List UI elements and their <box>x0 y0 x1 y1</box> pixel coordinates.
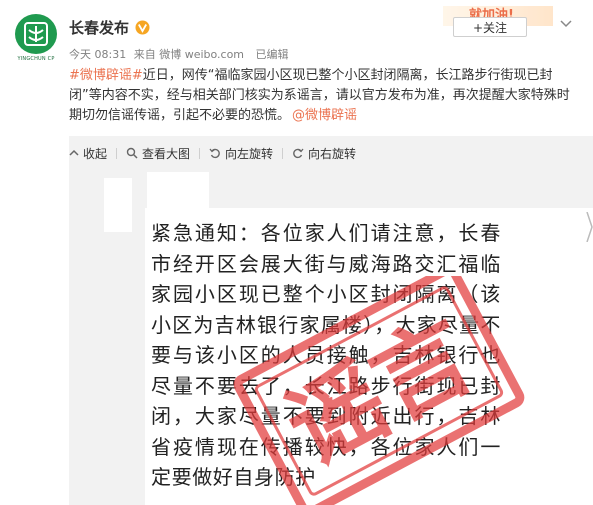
view-large-label: 查看大图 <box>142 146 191 161</box>
notice-text: 紧急通知：各位家人们请注意，长春市经开区会展大街与威海路交汇福临家园小区现已整个… <box>151 221 501 489</box>
toolbar-divider <box>116 147 118 159</box>
edited-label[interactable]: 已编辑 <box>256 48 289 61</box>
image-toolbar: 收起 查看大图 向左旋转 向右旋转 <box>69 142 365 164</box>
post-image[interactable]: 紧急通知：各位家人们请注意，长春市经开区会展大街与威海路交汇福临家园小区现已整个… <box>69 166 593 505</box>
rotate-left-label: 向左旋转 <box>225 146 274 161</box>
topic-link[interactable]: #微博辟谣# <box>69 68 143 83</box>
view-large-button[interactable]: 查看大图 <box>126 145 190 162</box>
changchun-logo-icon <box>15 14 57 54</box>
magnify-icon <box>126 147 138 159</box>
toolbar-divider <box>282 147 284 159</box>
post-text: #微博辟谣#近日，网传“福临家园小区现已整个小区封闭隔离，长江路步行街现已封闭”… <box>69 66 574 126</box>
blurred-avatar <box>104 178 132 232</box>
post-source[interactable]: 来自 微博 weibo.com <box>134 48 244 61</box>
rotate-right-button[interactable]: 向右旋转 <box>292 145 356 162</box>
follow-label: +关注 <box>472 20 508 35</box>
rotate-left-icon <box>209 148 220 159</box>
mention-link[interactable]: @微博辟谣 <box>292 108 357 123</box>
media-viewer: 收起 查看大图 向左旋转 向右旋转 紧急通知：各位家人们请注意，长春市经开区会展… <box>69 136 593 505</box>
rotate-right-icon <box>293 148 304 159</box>
side-scroll-icon[interactable] <box>586 212 593 242</box>
rotate-right-label: 向右旋转 <box>308 146 357 161</box>
verified-icon <box>135 20 151 35</box>
avatar[interactable]: YINGCHUN CP <box>13 14 59 64</box>
toolbar-divider <box>199 147 201 159</box>
collapse-icon <box>69 149 79 156</box>
collapse-label: 收起 <box>83 146 108 161</box>
collapse-button[interactable]: 收起 <box>69 145 107 162</box>
avatar-caption: YINGCHUN CP <box>17 56 55 62</box>
chevron-down-icon[interactable] <box>559 16 573 30</box>
follow-button[interactable]: +关注 <box>453 17 527 37</box>
account-name[interactable]: 长春发布 <box>69 17 129 38</box>
post-time[interactable]: 今天 08:31 <box>69 48 126 61</box>
rotate-left-button[interactable]: 向左旋转 <box>209 145 273 162</box>
blurred-header <box>147 172 209 212</box>
